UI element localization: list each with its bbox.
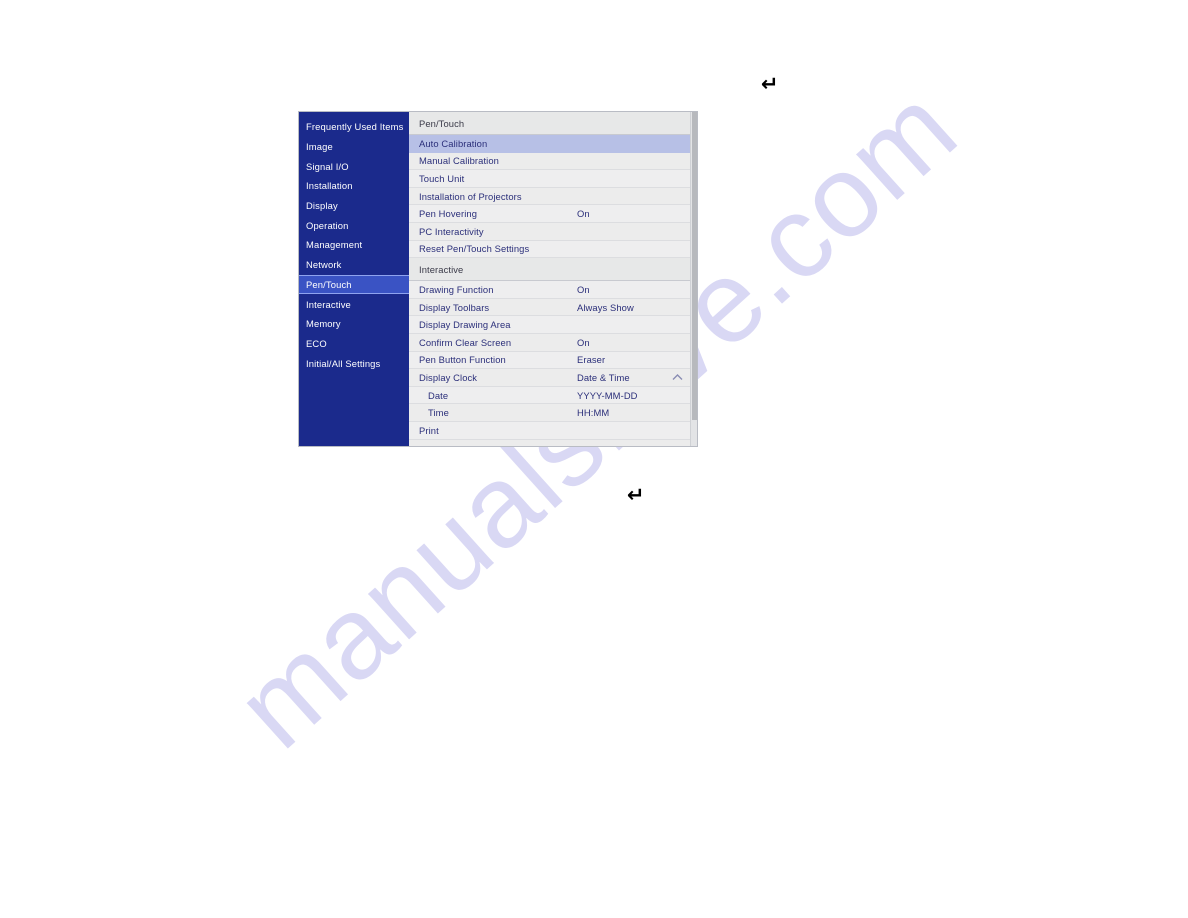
osd-settings-pane: Pen/Touch Auto Calibration Manual Calibr… [409,112,697,446]
sidebar-item-label: Signal I/O [306,160,349,172]
menu-row-display-clock[interactable]: Display Clock Date & Time [409,369,697,387]
menu-row-pen-hovering[interactable]: Pen Hovering On [409,205,697,223]
menu-row-label: Auto Calibration [419,137,488,149]
menu-row-label: Display Drawing Area [419,319,511,331]
sidebar-item-operation[interactable]: Operation [299,215,409,235]
menu-row-label: PC Interactivity [419,225,484,237]
menu-row-auto-calibration[interactable]: Auto Calibration [409,135,697,153]
menu-row-label: Installation of Projectors [419,190,522,202]
sidebar-item-signal-io[interactable]: Signal I/O [299,156,409,176]
menu-row-value: Eraser [577,354,606,366]
sidebar-item-frequently-used-items[interactable]: Frequently Used Items [299,117,409,137]
menu-row-time[interactable]: Time HH:MM [409,404,697,422]
menu-row-label: Display Clock [419,371,478,383]
menu-row-value: On [577,336,590,348]
sidebar-item-interactive[interactable]: Interactive [299,294,409,314]
osd-sidebar: Frequently Used Items Image Signal I/O I… [299,112,409,446]
menu-row-label: Display Toolbars [419,301,490,313]
sidebar-item-network[interactable]: Network [299,255,409,275]
enter-key-icon: ↵ [761,72,779,96]
sidebar-item-label: Pen/Touch [306,278,352,290]
sidebar-item-label: Memory [306,318,341,330]
menu-row-date[interactable]: Date YYYY-MM-DD [409,386,697,405]
sidebar-item-label: Management [306,239,363,251]
sidebar-item-initial-all-settings[interactable]: Initial/All Settings [299,353,409,373]
menu-row-value: On [577,283,590,295]
menu-row-display-drawing-area[interactable]: Display Drawing Area [409,316,697,334]
menu-row-label: Manual Calibration [419,155,499,167]
menu-row-touch-unit[interactable]: Touch Unit [409,170,697,188]
sidebar-item-label: Installation [306,180,353,192]
menu-row-confirm-clear-screen[interactable]: Confirm Clear Screen On [409,333,697,352]
menu-row-value: YYYY-MM-DD [577,389,638,401]
section-header-label: Pen/Touch [419,117,465,129]
chevron-up-icon[interactable] [672,374,683,381]
settings-scrollbar-track[interactable] [690,112,697,446]
menu-row-manual-calibration[interactable]: Manual Calibration [409,152,697,171]
menu-row-label: Date [428,389,449,401]
sidebar-item-memory[interactable]: Memory [299,314,409,334]
menu-row-pen-button-function[interactable]: Pen Button Function Eraser [409,351,697,370]
sidebar-item-label: Image [306,141,333,153]
enter-key-icon: ↵ [627,483,645,507]
menu-row-installation-of-projectors[interactable]: Installation of Projectors [409,187,697,206]
sidebar-item-installation[interactable]: Installation [299,176,409,196]
section-header-pen-touch: Pen/Touch [409,112,697,135]
sidebar-item-eco[interactable]: ECO [299,334,409,354]
settings-scrollbar-thumb[interactable] [692,112,697,420]
menu-row-label: Time [428,407,449,419]
sidebar-item-display[interactable]: Display [299,196,409,216]
sidebar-item-pen-touch[interactable]: Pen/Touch [299,274,409,295]
menu-row-drawing-function[interactable]: Drawing Function On [409,281,697,299]
menu-row-print[interactable]: Print [409,421,697,440]
menu-row-label: Pen Hovering [419,208,478,220]
section-header-interactive: Interactive [409,258,697,282]
menu-row-label: Reset Pen/Touch Settings [419,243,530,255]
sidebar-item-image[interactable]: Image [299,137,409,157]
menu-row-label: Confirm Clear Screen [419,336,512,348]
sidebar-item-label: Display [306,200,338,212]
sidebar-item-label: Network [306,259,342,271]
projector-osd-menu: Frequently Used Items Image Signal I/O I… [299,112,697,446]
section-header-label: Interactive [419,263,464,275]
menu-row-label: Pen Button Function [419,354,506,366]
menu-row-label: Drawing Function [419,283,494,295]
menu-row-value: Always Show [577,301,634,313]
sidebar-item-label: Operation [306,219,349,231]
menu-row-reset-pen-touch-settings[interactable]: Reset Pen/Touch Settings [409,240,697,259]
sidebar-item-label: Initial/All Settings [306,357,381,369]
sidebar-item-label: Interactive [306,298,351,310]
menu-row-display-toolbars[interactable]: Display Toolbars Always Show [409,298,697,317]
menu-row-label: Touch Unit [419,172,465,184]
sidebar-item-label: Frequently Used Items [306,121,404,133]
menu-row-value: HH:MM [577,407,610,419]
menu-row-clipped[interactable] [409,439,697,446]
menu-row-label: Print [419,424,439,436]
menu-row-value: On [577,208,590,220]
sidebar-item-management[interactable]: Management [299,235,409,255]
sidebar-item-label: ECO [306,337,327,349]
menu-row-pc-interactivity[interactable]: PC Interactivity [409,222,697,241]
